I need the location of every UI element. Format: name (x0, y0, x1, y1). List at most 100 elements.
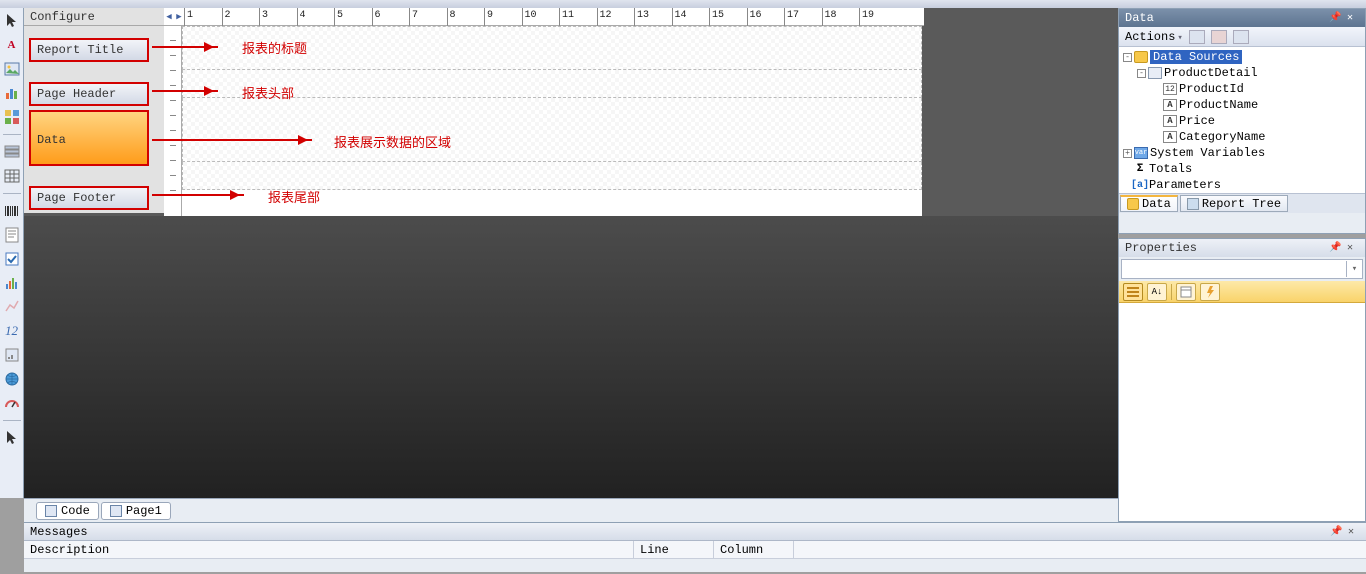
close-icon[interactable]: ✕ (1347, 12, 1359, 24)
vertical-ruler[interactable] (164, 26, 182, 216)
properties-object-selector[interactable]: ▾ (1121, 259, 1363, 279)
arrow-title (152, 46, 218, 48)
collapse-icon[interactable]: - (1123, 53, 1132, 62)
top-toolbar-strip (0, 0, 1366, 8)
toolbox-separator (3, 134, 21, 135)
close-icon[interactable]: ✕ (1347, 242, 1359, 254)
chevron-down-icon[interactable]: ▾ (1346, 261, 1362, 277)
numeric-field-icon: 12 (1163, 83, 1177, 95)
palette-tool-icon[interactable] (3, 108, 21, 126)
document-tabs: Code Page1 (24, 498, 1118, 522)
properties-panel: Properties 📌 ✕ ▾ A↓ (1118, 238, 1366, 522)
pin-icon[interactable]: 📌 (1329, 242, 1341, 254)
barcode-tool-icon[interactable] (3, 202, 21, 220)
variable-icon: var (1134, 147, 1148, 159)
properties-title: Properties (1125, 241, 1197, 255)
toolbox-separator (3, 420, 21, 421)
checkbox-tool-icon[interactable] (3, 250, 21, 268)
node-totals[interactable]: Totals (1149, 162, 1192, 176)
events-icon[interactable] (1200, 283, 1220, 301)
properties-toolbar: A↓ (1119, 281, 1365, 303)
node-data-sources[interactable]: Data Sources (1150, 50, 1242, 64)
node-system-variables[interactable]: System Variables (1150, 146, 1265, 160)
arrow-footer (152, 194, 244, 196)
tab-page1[interactable]: Page1 (101, 502, 171, 520)
node-productid[interactable]: ProductId (1179, 82, 1244, 96)
section-page-footer[interactable]: Page Footer (29, 186, 149, 210)
pin-icon[interactable]: 📌 (1330, 526, 1342, 538)
data-panel-tabs: Data Report Tree (1119, 193, 1365, 213)
text-tool-icon[interactable]: A (3, 36, 21, 54)
ruler-left-icon[interactable]: ◀ (164, 8, 174, 26)
delete-icon[interactable] (1211, 30, 1227, 44)
close-icon[interactable]: ✕ (1348, 526, 1360, 538)
node-productname[interactable]: ProductName (1179, 98, 1258, 112)
number-tool-icon[interactable]: 12 (3, 322, 21, 340)
collapse-icon[interactable]: - (1137, 69, 1146, 78)
tab-code-label: Code (61, 504, 90, 518)
pin-icon[interactable]: 📌 (1329, 12, 1341, 24)
table-tool-icon[interactable] (3, 167, 21, 185)
col-description[interactable]: Description (24, 541, 634, 558)
tab-page1-label: Page1 (126, 504, 162, 518)
gauge-tool-icon[interactable] (3, 346, 21, 364)
sparkline-tool-icon[interactable] (3, 274, 21, 292)
section-page-header[interactable]: Page Header (29, 82, 149, 106)
configure-button[interactable]: Configure (24, 8, 164, 26)
toolbox-separator (3, 193, 21, 194)
messages-title: Messages (30, 525, 88, 539)
text-field-icon: A (1163, 131, 1177, 143)
richtext-tool-icon[interactable] (3, 226, 21, 244)
categorized-view-icon[interactable] (1123, 283, 1143, 301)
arrow-data (152, 139, 312, 141)
text-field-icon: A (1163, 115, 1177, 127)
pointer2-tool-icon[interactable] (3, 429, 21, 447)
tab-code[interactable]: Code (36, 502, 99, 520)
alphabetical-view-icon[interactable]: A↓ (1147, 283, 1167, 301)
section-report-title[interactable]: Report Title (29, 38, 149, 62)
text-field-icon: A (1163, 99, 1177, 111)
actions-toolbar: Actions (1119, 27, 1365, 47)
col-column[interactable]: Column (714, 541, 794, 558)
messages-columns: Description Line Column (24, 541, 1366, 559)
page-icon (110, 505, 122, 517)
tab-report-tree[interactable]: Report Tree (1180, 195, 1288, 212)
band-tool-icon[interactable] (3, 143, 21, 161)
messages-panel: Messages 📌 ✕ Description Line Column (24, 522, 1366, 572)
image-tool-icon[interactable] (3, 60, 21, 78)
data-tree[interactable]: -Data Sources -ProductDetail 12ProductId… (1119, 47, 1365, 193)
pointer-tool-icon[interactable] (3, 12, 21, 30)
node-categoryname[interactable]: CategoryName (1179, 130, 1265, 144)
meter-tool-icon[interactable] (3, 394, 21, 412)
new-datasource-icon[interactable] (1189, 30, 1205, 44)
node-parameters[interactable]: Parameters (1149, 178, 1221, 192)
database-icon (1127, 198, 1139, 210)
tab-report-tree-label: Report Tree (1202, 197, 1281, 211)
horizontal-ruler[interactable]: ◀▶ 12345678910111213141516171819 (164, 8, 924, 26)
properties-grid[interactable] (1119, 303, 1365, 521)
table-icon (1148, 67, 1162, 79)
globe-tool-icon[interactable] (3, 370, 21, 388)
section-data[interactable]: Data (29, 110, 149, 166)
annotation-data: 报表展示数据的区域 (334, 132, 451, 151)
right-panels: Data 📌✕ Actions -Data Sources -ProductDe… (1118, 8, 1366, 522)
tab-data[interactable]: Data (1120, 195, 1178, 212)
code-icon (45, 505, 57, 517)
chart-tool-icon[interactable] (3, 84, 21, 102)
actions-dropdown[interactable]: Actions (1125, 30, 1183, 44)
empty-canvas-area (24, 216, 1118, 506)
ruler-right-icon[interactable]: ▶ (174, 8, 184, 26)
toolbox: A 12 (0, 8, 24, 498)
crosstab-tool-icon[interactable] (3, 298, 21, 316)
property-pages-icon[interactable] (1176, 283, 1196, 301)
col-line[interactable]: Line (634, 541, 714, 558)
arrow-header (152, 90, 218, 92)
node-price[interactable]: Price (1179, 114, 1215, 128)
sigma-icon: Σ (1133, 163, 1147, 175)
node-productdetail[interactable]: ProductDetail (1164, 66, 1258, 80)
expand-icon[interactable]: + (1123, 149, 1132, 158)
refresh-icon[interactable] (1233, 30, 1249, 44)
data-panel-title: Data (1125, 11, 1154, 25)
parameter-icon: [a] (1133, 179, 1147, 191)
tree-icon (1187, 198, 1199, 210)
